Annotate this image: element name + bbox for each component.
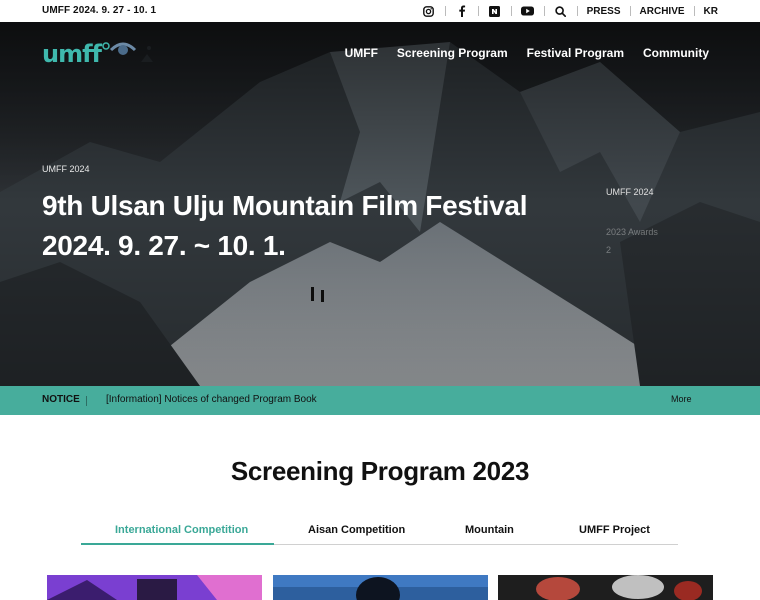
main-nav: UMFF Screening Program Festival Program …: [326, 46, 709, 60]
press-link[interactable]: PRESS: [587, 6, 621, 17]
utility-links: PRESS ARCHIVE KR: [422, 0, 718, 22]
instagram-icon[interactable]: [422, 4, 436, 18]
naver-blog-icon[interactable]: [488, 4, 502, 18]
section-title: Screening Program 2023: [230, 456, 530, 486]
slide-link-2[interactable]: 2: [606, 245, 658, 255]
film-thumbnail-image: [273, 575, 488, 600]
film-thumbnail[interactable]: [273, 575, 488, 600]
youtube-icon[interactable]: [521, 4, 535, 18]
top-utility-bar: UMFF 2024. 9. 27 - 10. 1 PRESS ARCHIVE K…: [0, 0, 760, 22]
hero-banner: umff UMFF Screening Program Festival Pro…: [0, 22, 760, 386]
logo-wordmark: umff: [42, 40, 102, 68]
nav-festival-program[interactable]: Festival Program: [527, 46, 624, 60]
tab-international-competition[interactable]: International Competition: [115, 524, 248, 536]
divider: [477, 6, 479, 16]
film-thumbnail[interactable]: [498, 575, 713, 600]
slide-link-umff-2024[interactable]: UMFF 2024: [606, 187, 658, 197]
film-thumbnail-image: [47, 575, 262, 600]
nav-screening-program[interactable]: Screening Program: [397, 46, 508, 60]
notice-more-link[interactable]: More: [671, 394, 692, 404]
film-thumbnail[interactable]: [47, 575, 262, 600]
logo-emblem-icon: [102, 42, 153, 62]
divider: [86, 396, 87, 406]
divider: [629, 6, 631, 16]
archive-link[interactable]: ARCHIVE: [640, 6, 685, 17]
divider: [444, 6, 446, 16]
tab-aisan-competition[interactable]: Aisan Competition: [308, 524, 405, 536]
active-tab-indicator: [81, 543, 274, 545]
slide-link-2023-awards[interactable]: 2023 Awards: [606, 227, 658, 237]
divider: [543, 6, 545, 16]
facebook-icon[interactable]: [455, 4, 469, 18]
divider: [510, 6, 512, 16]
divider: [576, 6, 578, 16]
search-icon[interactable]: [554, 4, 568, 18]
festival-date: UMFF 2024. 9. 27 - 10. 1: [42, 5, 157, 16]
language-toggle[interactable]: KR: [704, 6, 718, 17]
notice-bar: NOTICE [Information] Notices of changed …: [0, 386, 760, 415]
tab-mountain[interactable]: Mountain: [465, 524, 514, 536]
notice-message-link[interactable]: [Information] Notices of changed Program…: [106, 394, 317, 405]
hero-slide-nav: UMFF 2024 2023 Awards 2: [606, 187, 658, 255]
film-thumbnail-image: [498, 575, 713, 600]
divider: [693, 6, 695, 16]
hero-title: 9th Ulsan Ulju Mountain Film Festival: [42, 190, 528, 221]
nav-community[interactable]: Community: [643, 46, 709, 60]
notice-label: NOTICE: [42, 394, 80, 405]
site-logo[interactable]: umff: [42, 40, 163, 68]
screening-tabs: International Competition Aisan Competit…: [81, 519, 678, 545]
hero-eyebrow: UMFF 2024: [42, 164, 90, 174]
nav-umff[interactable]: UMFF: [345, 46, 378, 60]
tab-umff-project[interactable]: UMFF Project: [579, 524, 650, 536]
hero-dates: 2024. 9. 27. ~ 10. 1.: [42, 230, 286, 261]
